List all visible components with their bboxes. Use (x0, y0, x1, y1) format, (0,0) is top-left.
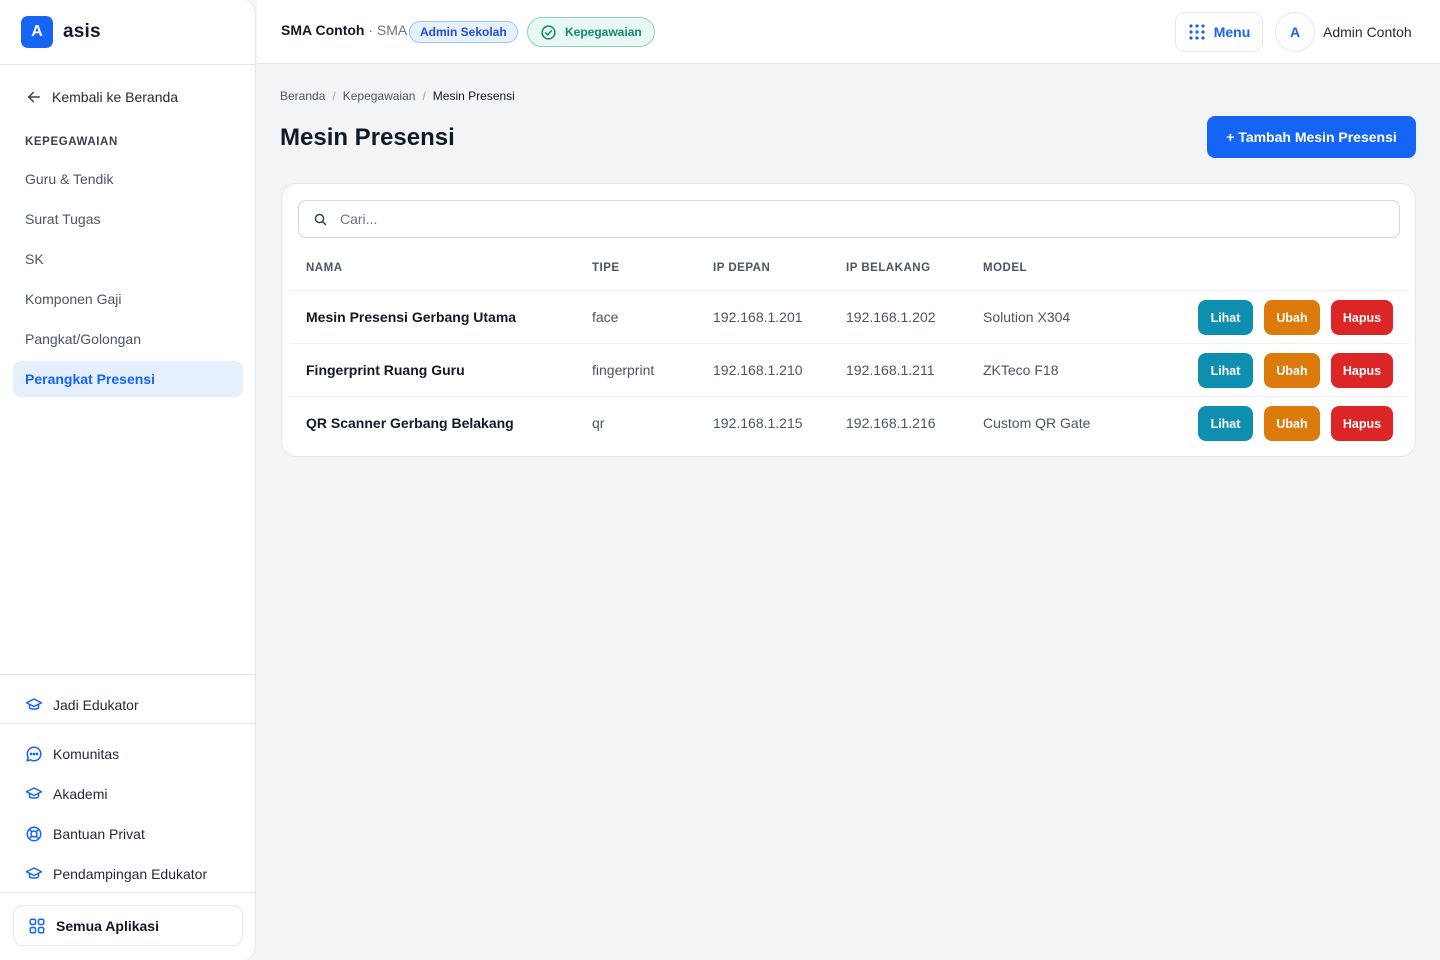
brand-name: asis (63, 21, 101, 42)
graduation-cap-icon (25, 698, 43, 710)
school-type: SMA (376, 22, 408, 38)
sidebar-link-label: Komunitas (53, 746, 120, 762)
cell-name: QR Scanner Gerbang Belakang (306, 415, 514, 431)
user-name[interactable]: Admin Contoh (1323, 24, 1412, 40)
cell-name: Fingerprint Ruang Guru (306, 362, 465, 378)
sidebar-link-label: Bantuan Privat (53, 826, 145, 842)
back-to-home-link[interactable]: Kembali ke Beranda (25, 88, 178, 106)
breadcrumb-item-kepegawaian[interactable]: Kepegawaian (343, 89, 416, 103)
sidebar-divider (0, 723, 255, 724)
sidebar-item-perangkat-presensi[interactable]: Perangkat Presensi (13, 361, 243, 397)
view-button[interactable]: Lihat (1198, 353, 1253, 388)
sidebar: A asis Kembali ke Beranda KEPEGAWAIAN Gu… (0, 0, 256, 960)
breadcrumb-separator: / (422, 89, 426, 103)
top-header: SMA Contoh · SMA Admin Sekolah Kepegawai… (257, 0, 1440, 64)
edit-button[interactable]: Ubah (1264, 406, 1320, 441)
dots-grid-icon (1189, 24, 1205, 40)
sidebar-link-akademi[interactable]: Akademi (25, 785, 107, 803)
sidebar-item-surat-tugas[interactable]: Surat Tugas (13, 201, 243, 237)
school-info: SMA Contoh · SMA (281, 22, 407, 38)
sidebar-link-label: Jadi Edukator (53, 697, 139, 713)
sidebar-link-pendampingan-edukator[interactable]: Pendampingan Edukator (25, 865, 207, 883)
delete-button[interactable]: Hapus (1331, 300, 1393, 335)
sidebar-link-komunitas[interactable]: Komunitas (25, 745, 119, 763)
cell-model: ZKTeco F18 (983, 362, 1059, 378)
cell-ip-back: 192.168.1.202 (846, 309, 936, 325)
cell-ip-front: 192.168.1.210 (713, 362, 803, 378)
breadcrumb-item-current: Mesin Presensi (432, 89, 515, 103)
menu-button[interactable]: Menu (1175, 12, 1263, 52)
cell-model: Custom QR Gate (983, 415, 1091, 431)
edit-button[interactable]: Ubah (1264, 353, 1320, 388)
brand-logo: A (21, 16, 53, 48)
row-actions: Lihat Ubah Hapus (1187, 300, 1393, 335)
sidebar-link-label: Pendampingan Edukator (53, 866, 208, 882)
sidebar-item-sk[interactable]: SK (13, 241, 243, 277)
view-button[interactable]: Lihat (1198, 300, 1253, 335)
column-header-ip-belakang: IP BELAKANG (846, 262, 931, 274)
arrow-left-icon (28, 91, 40, 103)
all-apps-label: Semua Aplikasi (56, 917, 159, 934)
all-apps-button[interactable]: Semua Aplikasi (13, 905, 243, 946)
table-row: Fingerprint Ruang Guru fingerprint 192.1… (290, 343, 1409, 396)
row-actions: Lihat Ubah Hapus (1187, 406, 1393, 441)
sidebar-link-jadi-edukator[interactable]: Jadi Edukator (25, 696, 139, 714)
page-title: Mesin Presensi (280, 124, 455, 151)
avatar[interactable]: A (1275, 12, 1315, 52)
cell-type: fingerprint (592, 362, 655, 378)
search-input[interactable] (340, 211, 1240, 227)
sidebar-item-pangkat-golongan[interactable]: Pangkat/Golongan (13, 321, 243, 357)
table-header: NAMA TIPE IP DEPAN IP BELAKANG MODEL (282, 262, 1415, 290)
sidebar-section-label: KEPEGAWAIAN (25, 136, 118, 148)
role-badge: Admin Sekolah (409, 21, 518, 43)
cell-ip-back: 192.168.1.211 (846, 362, 935, 378)
delete-button[interactable]: Hapus (1331, 406, 1393, 441)
module-badge-label: Kepegawaian (565, 25, 642, 39)
school-name: SMA Contoh (281, 22, 365, 38)
menu-button-label: Menu (1213, 24, 1251, 40)
cell-type: qr (592, 415, 605, 431)
column-header-ip-depan: IP DEPAN (713, 262, 771, 274)
grid-icon (29, 918, 45, 933)
breadcrumb-item-beranda[interactable]: Beranda (280, 89, 325, 103)
sidebar-item-komponen-gaji[interactable]: Komponen Gaji (13, 281, 243, 317)
back-link-label: Kembali ke Beranda (52, 89, 179, 105)
chat-bubble-icon (26, 746, 42, 762)
check-circle-icon (541, 24, 556, 40)
cell-ip-front: 192.168.1.201 (713, 309, 803, 325)
brand[interactable]: A asis (0, 0, 255, 65)
sidebar-link-label: Akademi (53, 786, 108, 802)
cell-ip-back: 192.168.1.216 (846, 415, 936, 431)
lifebuoy-icon (26, 826, 42, 842)
column-header-tipe: TIPE (592, 262, 620, 274)
sidebar-divider (0, 674, 255, 675)
graduation-cap-icon (25, 867, 43, 879)
table-row: Mesin Presensi Gerbang Utama face 192.16… (290, 290, 1409, 343)
search-box[interactable] (298, 200, 1400, 238)
column-header-model: MODEL (983, 262, 1028, 274)
view-button[interactable]: Lihat (1198, 406, 1253, 441)
row-actions: Lihat Ubah Hapus (1187, 353, 1393, 388)
graduation-cap-icon (25, 787, 43, 799)
sidebar-divider (0, 892, 255, 893)
cell-type: face (592, 309, 619, 325)
cell-ip-front: 192.168.1.215 (713, 415, 803, 431)
sidebar-link-bantuan-privat[interactable]: Bantuan Privat (25, 825, 145, 843)
sidebar-item-guru-tendik[interactable]: Guru & Tendik (13, 161, 243, 197)
delete-button[interactable]: Hapus (1331, 353, 1393, 388)
add-machine-button[interactable]: + Tambah Mesin Presensi (1207, 116, 1416, 158)
search-icon (314, 213, 327, 225)
cell-model: Solution X304 (983, 309, 1071, 325)
breadcrumb-separator: / (332, 89, 336, 103)
machines-card: NAMA TIPE IP DEPAN IP BELAKANG MODEL Mes… (281, 183, 1416, 457)
module-badge: Kepegawaian (527, 17, 655, 47)
table-row: QR Scanner Gerbang Belakang qr 192.168.1… (290, 396, 1409, 449)
column-header-nama: NAMA (306, 262, 343, 274)
breadcrumb: Beranda / Kepegawaian / Mesin Presensi (280, 89, 515, 103)
school-separator: · (364, 22, 377, 38)
cell-name: Mesin Presensi Gerbang Utama (306, 309, 517, 325)
sidebar-nav: Guru & Tendik Surat Tugas SK Komponen Ga… (13, 161, 243, 401)
edit-button[interactable]: Ubah (1264, 300, 1320, 335)
